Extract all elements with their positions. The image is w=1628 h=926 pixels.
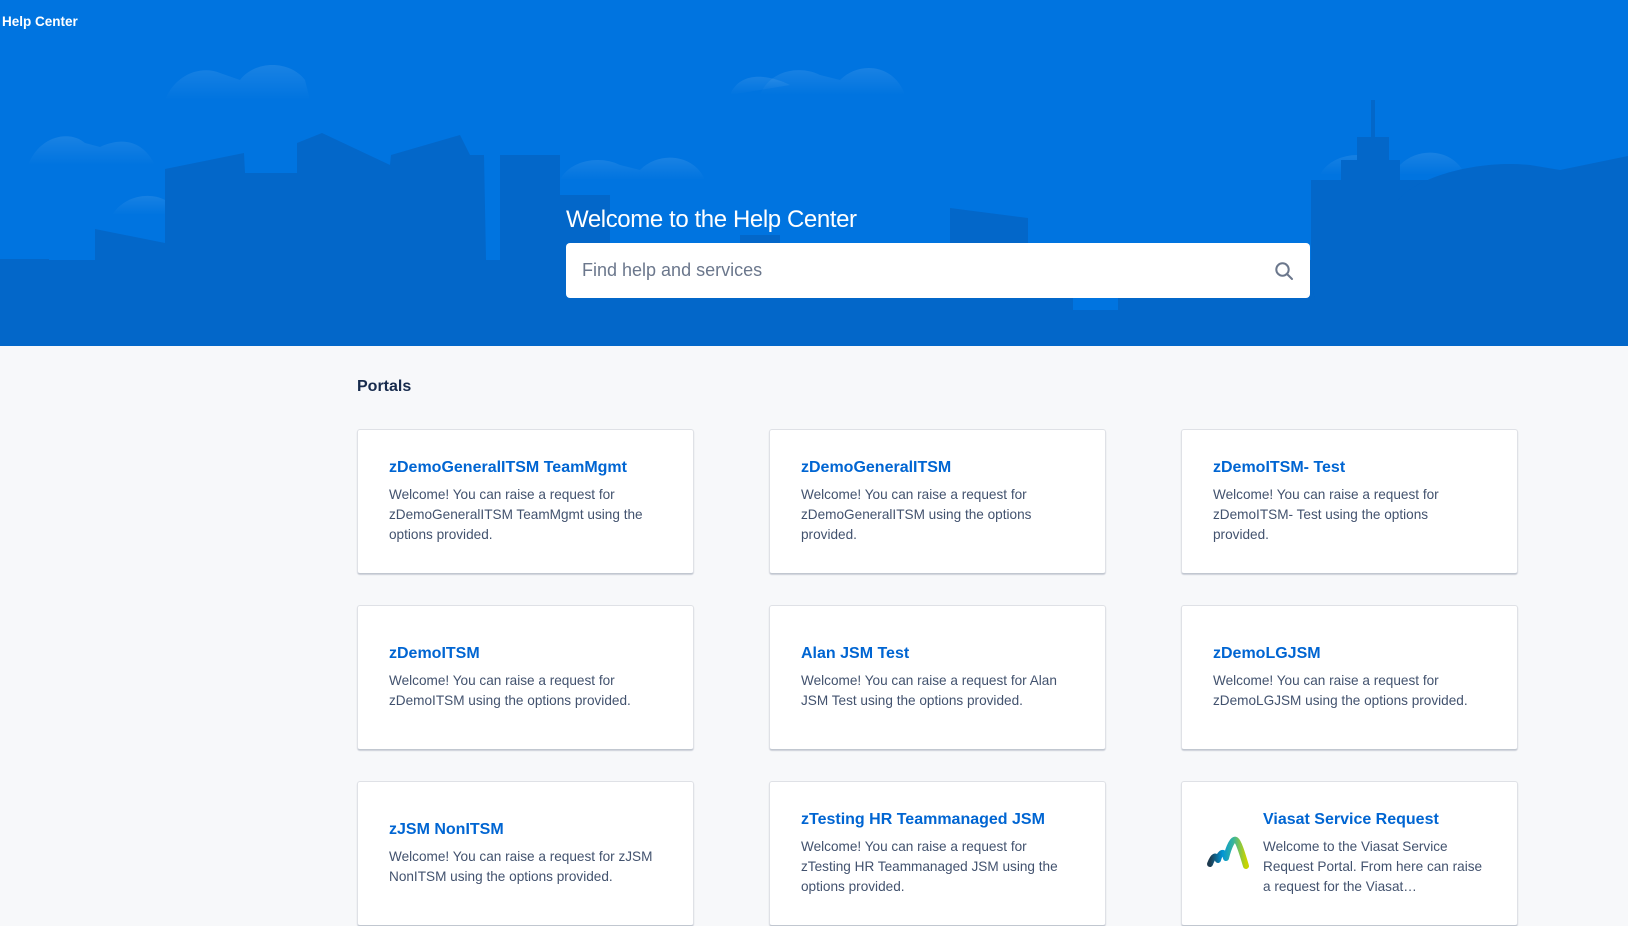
portal-card[interactable]: zJSM NonITSM Welcome! You can raise a re… [357, 781, 694, 926]
portal-card[interactable]: zDemoITSM Welcome! You can raise a reque… [357, 605, 694, 750]
search-box [566, 243, 1310, 298]
search-icon [1275, 261, 1293, 280]
portal-card[interactable]: zTesting HR Teammanaged JSM Welcome! You… [769, 781, 1106, 926]
portal-description: Welcome to the Viasat Service Request Po… [1263, 838, 1483, 894]
portal-description: Welcome! You can raise a request for zDe… [389, 672, 631, 708]
portal-title[interactable]: Viasat Service Request [1263, 811, 1486, 829]
portal-title[interactable]: zDemoLGJSM [1213, 645, 1486, 663]
portal-card[interactable]: zDemoGeneralITSM TeamMgmt Welcome! You c… [357, 429, 694, 574]
portal-card[interactable]: zDemoITSM- Test Welcome! You can raise a… [1181, 429, 1518, 574]
portal-description: Welcome! You can raise a request for zTe… [801, 838, 1058, 894]
portal-title[interactable]: zDemoITSM [389, 645, 662, 663]
viasat-logo-icon [1206, 834, 1250, 874]
portal-description: Welcome! You can raise a request for Ala… [801, 672, 1057, 708]
portal-card[interactable]: zDemoLGJSM Welcome! You can raise a requ… [1181, 605, 1518, 750]
portal-title[interactable]: zTesting HR Teammanaged JSM [801, 811, 1074, 829]
portal-card[interactable]: zDemoGeneralITSM Welcome! You can raise … [769, 429, 1106, 574]
search-input[interactable] [566, 243, 1258, 298]
portal-card[interactable]: Alan JSM Test Welcome! You can raise a r… [769, 605, 1106, 750]
portal-title[interactable]: zJSM NonITSM [389, 821, 662, 839]
portal-title[interactable]: zDemoITSM- Test [1213, 459, 1486, 477]
page-title: Welcome to the Help Center [566, 206, 857, 233]
portal-description: Welcome! You can raise a request for zDe… [1213, 672, 1468, 708]
portal-description: Welcome! You can raise a request for zJS… [389, 848, 653, 884]
portal-card[interactable]: Viasat Service Request Welcome to the Vi… [1181, 781, 1518, 926]
portal-description: Welcome! You can raise a request for zDe… [389, 486, 643, 542]
help-center-logo-link[interactable]: Help Center [2, 14, 78, 29]
portal-title[interactable]: Alan JSM Test [801, 645, 1074, 663]
search-button[interactable] [1258, 243, 1310, 298]
hero-banner: Help Center Welcome to the Help Center [0, 0, 1628, 346]
portals-heading: Portals [357, 378, 412, 395]
portal-description: Welcome! You can raise a request for zDe… [1213, 486, 1439, 542]
portal-description: Welcome! You can raise a request for zDe… [801, 486, 1032, 542]
portal-title[interactable]: zDemoGeneralITSM TeamMgmt [389, 459, 662, 477]
portal-title[interactable]: zDemoGeneralITSM [801, 459, 1074, 477]
